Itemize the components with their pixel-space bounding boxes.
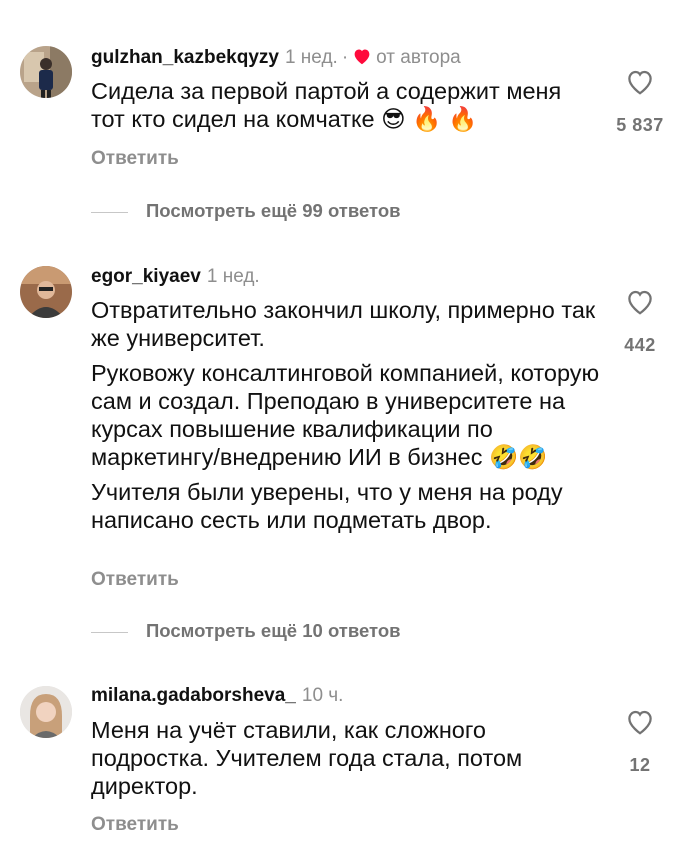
comment-text: Меня на учёт ставили, как сложного подро… [91, 716, 601, 800]
like-area: 5 837 [580, 68, 700, 136]
username[interactable]: gulzhan_kazbekqyzy [91, 47, 279, 68]
avatar[interactable] [20, 686, 72, 738]
comment-paragraph: Меня на учёт ставили, как сложного подро… [91, 717, 523, 799]
timestamp: 1 нед. [206, 266, 260, 287]
comment-paragraph: Отвратительно закончил школу, примерно т… [91, 297, 596, 351]
heart-outline-icon[interactable] [580, 68, 700, 101]
timestamp: 10 ч. [301, 685, 344, 706]
separator-dot: · [341, 47, 349, 68]
avatar[interactable] [20, 266, 72, 318]
like-count: 12 [629, 755, 651, 775]
like-count: 5 837 [616, 115, 664, 135]
reply-button[interactable]: Ответить [91, 148, 179, 170]
comment-text: Сидела за первой партой а содержит меня … [91, 77, 601, 133]
divider-line [91, 211, 128, 213]
view-more-replies[interactable]: Посмотреть ещё 99 ответов [91, 200, 401, 222]
view-more-replies[interactable]: Посмотреть ещё 10 ответов [91, 620, 401, 642]
username[interactable]: milana.gadaborsheva_ [91, 685, 296, 706]
reply-button[interactable]: Ответить [91, 814, 179, 836]
avatar-photo-icon [20, 686, 72, 738]
avatar-photo-icon [20, 46, 72, 98]
view-more-replies-label: Посмотреть ещё 10 ответов [146, 620, 401, 641]
comment-paragraph: Сидела за первой партой а содержит меня … [91, 78, 562, 132]
heart-outline-icon[interactable] [580, 708, 700, 741]
timestamp: 1 нед. [284, 47, 338, 68]
heart-outline-icon[interactable] [580, 288, 700, 321]
username[interactable]: egor_kiyaev [91, 266, 201, 287]
comment-paragraph: Руковожу консалтинговой компанией, котор… [91, 360, 600, 470]
avatar-photo-icon [20, 266, 72, 318]
view-more-replies-label: Посмотреть ещё 99 ответов [146, 200, 401, 221]
comment-text: Отвратительно закончил школу, примерно т… [91, 296, 601, 534]
author-badge: от автора [376, 47, 461, 68]
author-heart-icon [352, 47, 372, 71]
reply-button[interactable]: Ответить [91, 569, 179, 591]
like-area: 12 [580, 708, 700, 776]
comment-meta: milana.gadaborsheva_ 10 ч. [91, 685, 343, 707]
like-count: 442 [624, 335, 656, 355]
like-area: 442 [580, 288, 700, 356]
comment-meta: egor_kiyaev 1 нед. [91, 266, 260, 288]
comment-meta: gulzhan_kazbekqyzy 1 нед. · от автора [91, 47, 461, 71]
divider-line [91, 631, 128, 633]
avatar[interactable] [20, 46, 72, 98]
comment-paragraph: Учителя были уверены, что у меня на роду… [91, 479, 563, 533]
